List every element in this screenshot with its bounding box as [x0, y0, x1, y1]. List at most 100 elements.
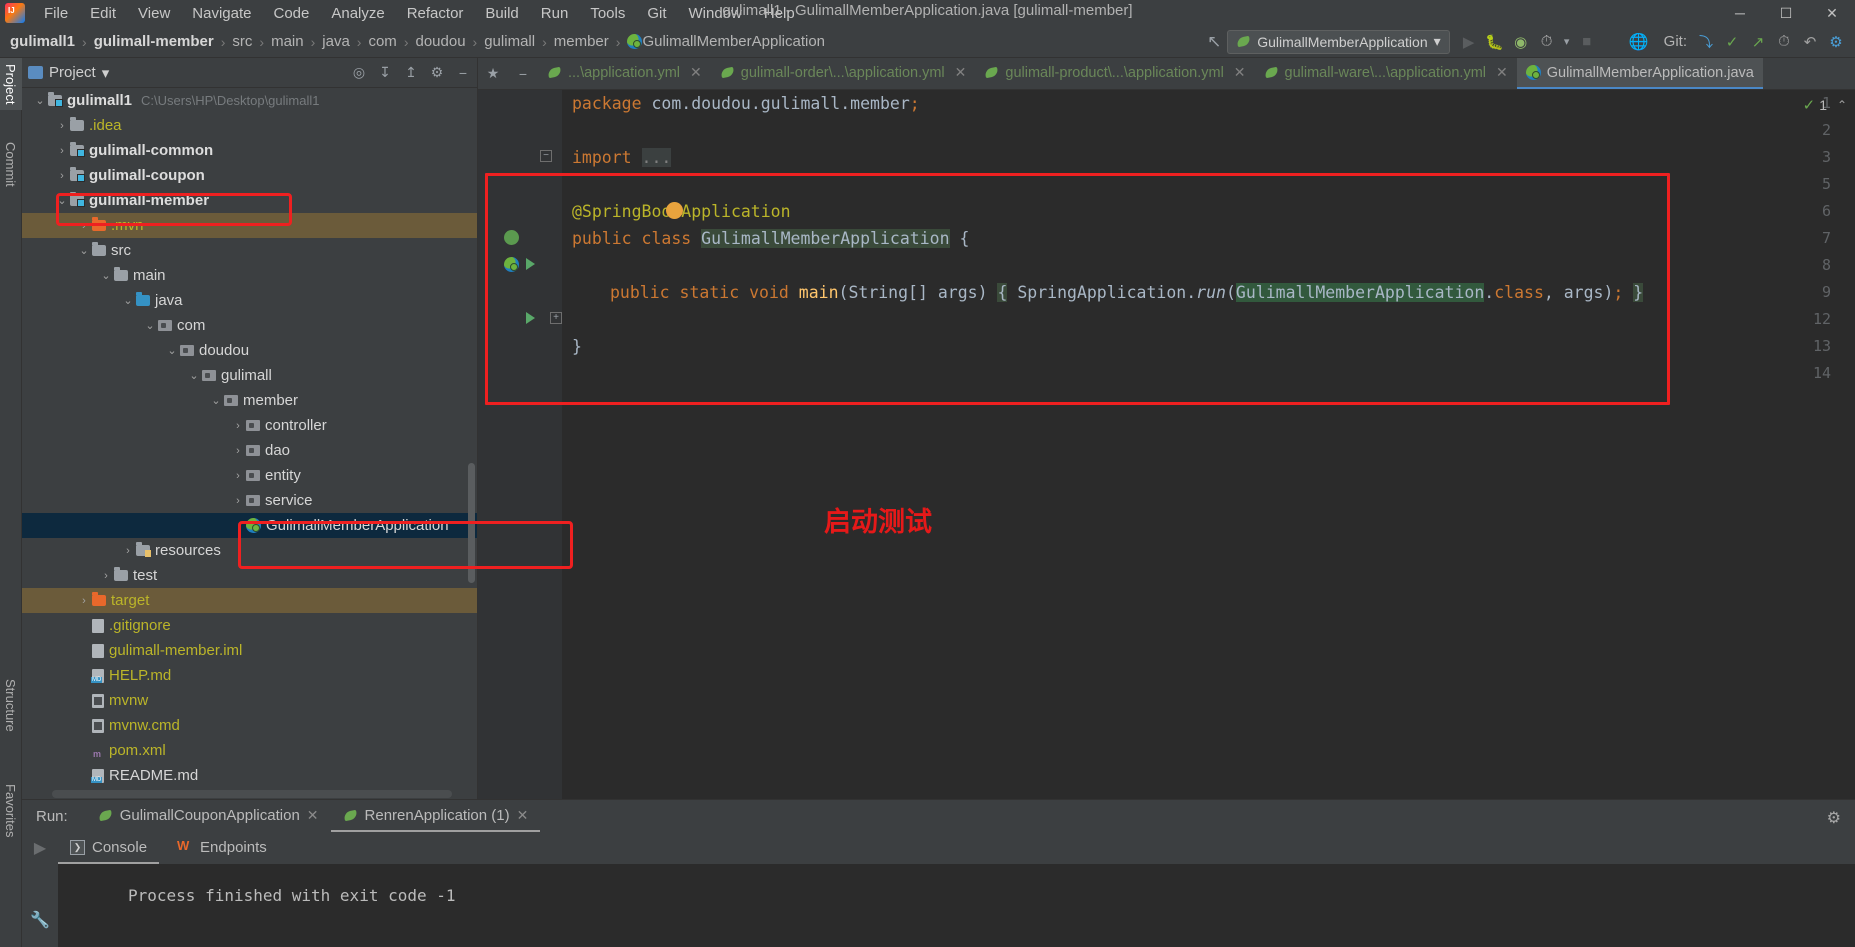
- breadcrumb-src[interactable]: src: [230, 33, 254, 50]
- project-tree-horizontal-scrollbar[interactable]: [52, 790, 452, 798]
- close-button[interactable]: ✕: [1809, 0, 1855, 26]
- chevron-down-icon[interactable]: ⌄: [54, 194, 70, 207]
- close-icon[interactable]: ✕: [690, 64, 702, 81]
- tree-item-test[interactable]: › test: [22, 563, 477, 588]
- spring-boot-gutter-icon[interactable]: [504, 257, 522, 275]
- sub-tab-console[interactable]: ❯ Console: [58, 832, 160, 864]
- close-icon[interactable]: ✕: [1234, 64, 1246, 81]
- menu-view[interactable]: View: [127, 2, 181, 25]
- push-icon[interactable]: ↗: [1745, 30, 1771, 54]
- intention-bulb-icon[interactable]: [666, 202, 683, 219]
- minimize-button[interactable]: ─: [1717, 0, 1763, 26]
- inspection-status[interactable]: ✓ 1: [1803, 96, 1827, 114]
- wrench-icon[interactable]: 🔧: [30, 910, 50, 930]
- tree-item-idea[interactable]: › .idea: [22, 113, 477, 138]
- chevron-right-icon[interactable]: ›: [230, 420, 246, 432]
- chevron-right-icon[interactable]: ›: [230, 470, 246, 482]
- editor-tab-gulimall-order-application-yml[interactable]: gulimall-order\...\application.yml ✕: [711, 58, 976, 89]
- tree-item-target[interactable]: › target: [22, 588, 477, 613]
- tree-item-gulimall-common[interactable]: › gulimall-common: [22, 138, 477, 163]
- console-output-area[interactable]: Process finished with exit code -1: [58, 864, 1855, 947]
- rerun-icon[interactable]: ▶: [34, 838, 46, 858]
- code-text[interactable]: package com.doudou.gulimall.member; impo…: [562, 90, 1855, 799]
- tree-item-entity[interactable]: › entity: [22, 463, 477, 488]
- tree-item-controller[interactable]: › controller: [22, 413, 477, 438]
- tree-item-main[interactable]: ⌄ main: [22, 263, 477, 288]
- tree-item-member-pkg[interactable]: ⌄ member: [22, 388, 477, 413]
- sidebar-item-project[interactable]: Project: [0, 58, 22, 111]
- project-tree[interactable]: ⌄ gulimall1 C:\Users\HP\Desktop\gulimall…: [22, 88, 477, 785]
- pin-icon[interactable]: ★: [478, 58, 508, 89]
- chevron-right-icon[interactable]: ›: [230, 445, 246, 457]
- fold-method-icon[interactable]: +: [550, 312, 562, 324]
- breadcrumb-gulimall[interactable]: gulimall: [482, 33, 537, 50]
- tree-item-doudou[interactable]: ⌄ doudou: [22, 338, 477, 363]
- debug-button[interactable]: 🐛: [1482, 30, 1508, 54]
- chevron-down-icon[interactable]: ⌄: [142, 319, 158, 332]
- tree-item-service[interactable]: › service: [22, 488, 477, 513]
- chevron-right-icon[interactable]: ›: [76, 595, 92, 607]
- tree-item-com[interactable]: ⌄ com: [22, 313, 477, 338]
- commit-icon[interactable]: ✓: [1719, 30, 1745, 54]
- menu-analyze[interactable]: Analyze: [320, 2, 395, 25]
- expand-all-icon[interactable]: ↥: [403, 64, 419, 81]
- run-main-gutter-icon[interactable]: [526, 312, 544, 330]
- hide-icon[interactable]: −: [455, 65, 471, 81]
- tree-item-dao[interactable]: › dao: [22, 438, 477, 463]
- run-tab-gulimall-coupon-application[interactable]: GulimallCouponApplication ✕: [86, 800, 331, 832]
- menu-run[interactable]: Run: [530, 2, 580, 25]
- editor-tab-gulimall-ware-application-yml[interactable]: gulimall-ware\...\application.yml ✕: [1255, 58, 1517, 89]
- code-editor[interactable]: 1 2 3 5 6 7 8 9 12 13 14 − + package com…: [478, 90, 1855, 799]
- run-button[interactable]: ▶: [1456, 30, 1482, 54]
- run-tab-renren-application[interactable]: RenrenApplication (1) ✕: [330, 800, 541, 832]
- navbar-collapse-icon[interactable]: ↖: [1201, 30, 1227, 54]
- settings-icon[interactable]: ⚙: [1823, 30, 1849, 54]
- menu-bar[interactable]: File Edit View Navigate Code Analyze Ref…: [33, 2, 806, 25]
- close-icon[interactable]: ✕: [307, 807, 319, 824]
- locate-icon[interactable]: ◎: [351, 64, 367, 81]
- chevron-down-icon[interactable]: ⌄: [76, 244, 92, 257]
- run-configuration-selector[interactable]: GulimallMemberApplication ▾: [1227, 29, 1450, 54]
- window-controls[interactable]: ─ ☐ ✕: [1717, 0, 1855, 26]
- tree-item-help-md[interactable]: HELP.md: [22, 663, 477, 688]
- hide-editor-icon[interactable]: −: [508, 58, 538, 89]
- close-icon[interactable]: ✕: [517, 807, 529, 824]
- menu-tools[interactable]: Tools: [579, 2, 636, 25]
- breadcrumb-gulimall1[interactable]: gulimall1: [8, 33, 77, 50]
- breadcrumb-doudou[interactable]: doudou: [413, 33, 467, 50]
- menu-file[interactable]: File: [33, 2, 79, 25]
- spring-bean-gutter-icon[interactable]: [504, 230, 522, 248]
- breadcrumb-com[interactable]: com: [366, 33, 398, 50]
- menu-build[interactable]: Build: [474, 2, 529, 25]
- editor-tab-gulimall-product-application-yml[interactable]: gulimall-product\...\application.yml ✕: [975, 58, 1254, 89]
- close-icon[interactable]: ✕: [1496, 64, 1508, 81]
- menu-refactor[interactable]: Refactor: [396, 2, 475, 25]
- chevron-down-icon[interactable]: ⌄: [186, 369, 202, 382]
- tree-item-readme-md[interactable]: README.md: [22, 763, 477, 785]
- tree-item-gulimall-pkg[interactable]: ⌄ gulimall: [22, 363, 477, 388]
- tree-item-gulimall-member-application[interactable]: GulimallMemberApplication: [22, 513, 477, 538]
- chevron-right-icon[interactable]: ›: [98, 570, 114, 582]
- stop-button[interactable]: ■: [1574, 30, 1600, 54]
- profiler-button[interactable]: ⏱: [1534, 30, 1560, 54]
- breadcrumb-class[interactable]: GulimallMemberApplication: [625, 33, 827, 50]
- tree-item-gitignore[interactable]: .gitignore: [22, 613, 477, 638]
- menu-git[interactable]: Git: [636, 2, 677, 25]
- editor-tab-gulimall-member-application-java[interactable]: GulimallMemberApplication.java: [1516, 58, 1763, 89]
- chevron-right-icon[interactable]: ›: [54, 120, 70, 132]
- chevron-up-icon[interactable]: ⌃: [1837, 98, 1847, 112]
- run-gutter-icon[interactable]: [526, 258, 544, 276]
- menu-code[interactable]: Code: [262, 2, 320, 25]
- sidebar-item-structure[interactable]: Structure: [0, 673, 22, 738]
- gear-icon[interactable]: ⚙: [1827, 808, 1841, 828]
- chevron-right-icon[interactable]: ›: [76, 220, 92, 232]
- undo-icon[interactable]: ↶: [1797, 30, 1823, 54]
- chevron-right-icon[interactable]: ›: [54, 170, 70, 182]
- editor-gutter[interactable]: [478, 90, 562, 799]
- history-icon[interactable]: ⏱: [1771, 30, 1797, 54]
- collapse-all-icon[interactable]: ↧: [377, 64, 393, 81]
- profiler-dropdown-icon[interactable]: ▾: [1560, 30, 1574, 54]
- breadcrumb-main[interactable]: main: [269, 33, 306, 50]
- close-icon[interactable]: ✕: [955, 64, 967, 81]
- editor-tab-application-yml-1[interactable]: ...\application.yml ✕: [538, 58, 711, 89]
